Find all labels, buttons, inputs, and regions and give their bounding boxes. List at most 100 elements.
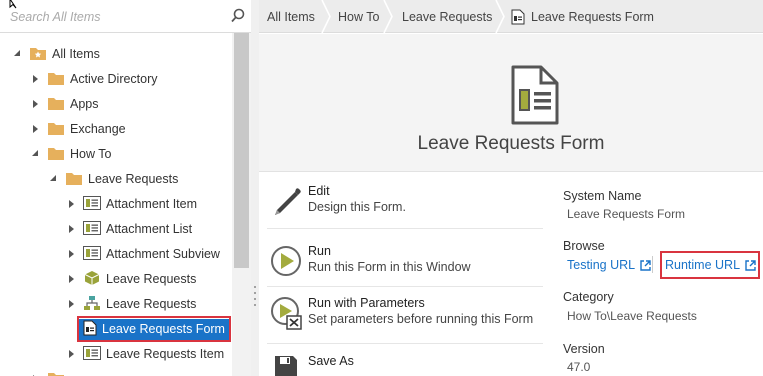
divider <box>267 228 543 229</box>
tree-item-leave-requests-smartobject[interactable]: Leave Requests <box>67 268 196 290</box>
action-title: Save As <box>308 354 354 368</box>
chevron-right-icon[interactable] <box>31 74 41 84</box>
save-as-action[interactable]: Save As <box>271 354 354 376</box>
view-icon <box>83 245 101 263</box>
version-value: 47.0 <box>567 360 591 374</box>
action-title: Run <box>308 244 331 258</box>
tree-item-label: Leave Requests <box>106 297 197 311</box>
chevron-down-icon[interactable] <box>31 149 41 159</box>
breadcrumb-separator-icon <box>495 0 505 34</box>
search-bar <box>0 0 251 33</box>
chevron-right-icon[interactable] <box>67 249 77 259</box>
chevron-right-icon[interactable] <box>67 224 77 234</box>
scrollbar-thumb[interactable] <box>234 33 249 268</box>
breadcrumb-item-current: Leave Requests Form <box>531 9 654 24</box>
category-value: How To\Leave Requests <box>567 309 697 323</box>
tree-item-active-directory[interactable]: Active Directory <box>31 68 158 90</box>
action-title: Run with Parameters <box>308 296 425 310</box>
form-header: Leave Requests Form <box>259 40 763 170</box>
runtime-url-link[interactable]: Runtime URL <box>665 258 756 272</box>
runtime-url-label: Runtime URL <box>665 258 741 272</box>
run-with-parameters-action[interactable]: Run with Parameters Set parameters befor… <box>271 296 533 330</box>
category-label: Category <box>563 290 614 304</box>
smartobject-icon <box>83 270 101 289</box>
action-description: Run this Form in this Window <box>308 260 471 274</box>
external-link-icon <box>640 259 651 271</box>
action-description: Design this Form. <box>308 200 406 214</box>
tree-item-apps[interactable]: Apps <box>31 93 99 115</box>
divider <box>267 343 543 344</box>
view-icon <box>83 195 101 213</box>
chevron-down-icon[interactable] <box>49 174 59 184</box>
tree-item-leave-requests-form[interactable]: Leave Requests Form <box>77 316 231 342</box>
main-content: Leave Requests Form Edit Design this For… <box>259 34 763 376</box>
divider <box>267 286 543 287</box>
chevron-right-icon[interactable] <box>67 349 77 359</box>
tree-item-attachment-list[interactable]: Attachment List <box>67 218 192 240</box>
form-icon <box>83 320 97 339</box>
tree-item-leave-requests-folder[interactable]: Leave Requests <box>49 168 178 190</box>
breadcrumb-separator-icon <box>383 0 393 34</box>
view-icon <box>83 345 101 363</box>
testing-url-link[interactable]: Testing URL <box>567 258 651 272</box>
external-link-icon <box>745 259 756 271</box>
mouse-cursor-icon <box>9 0 23 9</box>
chevron-right-icon[interactable] <box>67 299 77 309</box>
breadcrumb-form-icon <box>511 0 525 33</box>
search-input[interactable] <box>10 8 220 26</box>
tree-item-label: How To <box>70 147 112 161</box>
breadcrumb-item-all-items[interactable]: All Items <box>267 0 315 33</box>
chevron-right-icon[interactable] <box>31 124 41 134</box>
tree-item-leave-requests-workflow[interactable]: Leave Requests <box>67 293 196 315</box>
tree-item-leave-requests-item[interactable]: Leave Requests Item <box>67 343 224 365</box>
folder-icon <box>47 70 65 89</box>
tree-panel: All Items Active Directory Apps Exchange… <box>0 0 251 376</box>
version-label: Version <box>563 342 605 356</box>
tree-item-label: Apps <box>70 97 99 111</box>
play-params-icon <box>271 296 303 330</box>
page-title: Leave Requests Form <box>417 133 605 154</box>
tree-item-partial[interactable] <box>31 368 65 376</box>
pencil-icon <box>271 184 303 218</box>
play-icon <box>271 244 303 278</box>
search-icon[interactable] <box>229 7 247 25</box>
item-tree: All Items Active Directory Apps Exchange… <box>0 33 232 376</box>
tree-item-label: Attachment Item <box>106 197 198 211</box>
tree-item-label: Leave Requests <box>88 172 179 186</box>
breadcrumb: All Items How To Leave Requests Leave Re… <box>259 0 763 34</box>
tree-item-attachment-subview[interactable]: Attachment Subview <box>67 243 220 265</box>
folder-icon <box>47 370 65 376</box>
chevron-right-icon[interactable] <box>67 199 77 209</box>
details-card: Edit Design this Form. Run Run this Form… <box>259 171 763 376</box>
tree-item-label: Attachment Subview <box>106 247 220 261</box>
testing-url-label: Testing URL <box>567 258 636 272</box>
browse-label: Browse <box>563 239 605 253</box>
edit-action[interactable]: Edit Design this Form. <box>271 184 406 218</box>
tree-item-how-to[interactable]: How To <box>31 143 111 165</box>
run-action[interactable]: Run Run this Form in this Window <box>271 244 471 278</box>
breadcrumb-item-leave-requests[interactable]: Leave Requests <box>402 0 492 33</box>
panel-splitter[interactable] <box>251 0 259 376</box>
chevron-down-icon[interactable] <box>13 49 23 59</box>
chevron-right-icon[interactable] <box>67 274 77 284</box>
tree-item-label: Exchange <box>70 122 126 136</box>
folder-icon <box>47 95 65 114</box>
view-icon <box>83 220 101 238</box>
folder-icon <box>65 170 83 189</box>
workflow-icon <box>83 295 101 314</box>
splitter-grip-icon[interactable] <box>253 283 257 311</box>
breadcrumb-item-how-to[interactable]: How To <box>338 0 379 33</box>
action-description: Set parameters before running this Form <box>308 312 534 326</box>
tree-item-attachment-item[interactable]: Attachment Item <box>67 193 197 215</box>
folder-star-icon <box>29 45 47 64</box>
tree-item-exchange[interactable]: Exchange <box>31 118 126 140</box>
link-divider <box>652 256 653 273</box>
folder-icon <box>47 120 65 139</box>
tree-item-label: Leave Requests <box>106 272 197 286</box>
system-name-value: Leave Requests Form <box>567 207 686 221</box>
action-title: Edit <box>308 184 330 198</box>
chevron-right-icon[interactable] <box>31 99 41 109</box>
tree-item-label: Active Directory <box>70 72 158 86</box>
tree-item-all-items[interactable]: All Items <box>13 43 100 65</box>
tree-scrollbar[interactable] <box>232 33 251 376</box>
